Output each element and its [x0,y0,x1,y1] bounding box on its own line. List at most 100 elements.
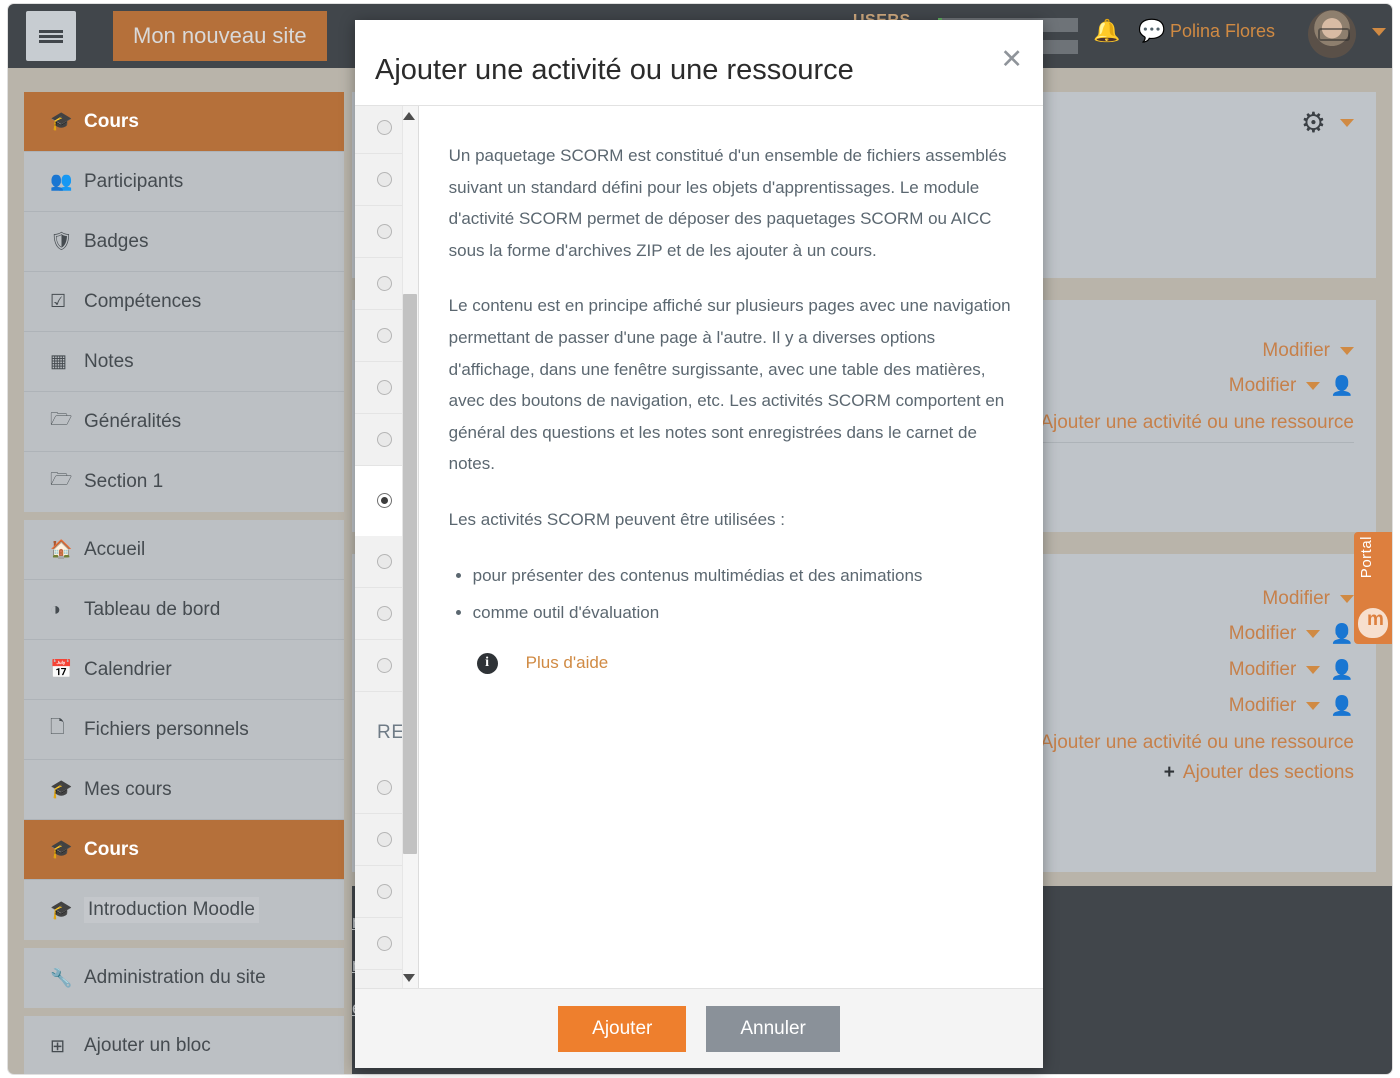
avatar[interactable] [1308,10,1356,58]
chevron-down-icon[interactable] [1340,118,1354,127]
chevron-down-icon[interactable] [1340,347,1354,355]
modifier-link[interactable]: Modifier [1262,588,1330,610]
chevron-down-icon[interactable] [1306,382,1321,390]
list-item-consultation[interactable]: Consultation [355,106,402,154]
list-item-etiquette[interactable]: Étiquette [355,814,402,866]
scrollbar-thumb[interactable] [402,294,417,854]
portal-side-tab[interactable]: Portal [1354,532,1392,644]
sidebar-item-tableau-de-bord[interactable]: ◑ Tableau de bord [24,580,344,640]
sidebar-item-ajouter-un-bloc[interactable]: ⊞ Ajouter un bloc [24,1016,344,1074]
cancel-button[interactable]: Annuler [706,1005,840,1052]
person-icon: 👤 [1330,376,1354,397]
sidebar-group-nav: 🏠 Accueil ◑ Tableau de bord 📅 Calendrier… [24,520,344,940]
list-item-devoir[interactable]: Devoir [355,154,402,206]
bell-icon[interactable]: 🔔 [1093,18,1120,44]
list-item-dossier[interactable]: Dossier [355,762,402,814]
sidebar-item-label: Compétences [84,290,202,312]
list-item-forum[interactable]: Forum [355,258,402,310]
list-item-sondage[interactable]: ? Sondage [355,536,402,588]
list-item-glossaire[interactable]: Aa Glossaire [355,310,402,362]
modal-body: Chat Consultation [355,106,1043,988]
sidebar-item-label: Tableau de bord [84,598,221,620]
list-item-feedback[interactable]: Feedback [355,206,402,258]
radio-fichier[interactable] [377,884,392,899]
modifier-link[interactable]: Modifier [1229,623,1297,645]
radio-livre[interactable] [377,936,392,951]
screen: Mon nouveau site USERS 🔔 💬 Polina Flores… [0,0,1400,1078]
radio-sondage[interactable] [377,554,392,569]
list-item-paquetage-scorm[interactable]: Paquetage SCORM [355,466,402,536]
activity-list-viewport: Chat Consultation [355,106,402,988]
help-row: i Plus d'aide [449,652,1013,674]
sidebar-item-generalites[interactable]: 🗁 Généralités [24,392,344,452]
folder-icon: 🗁 [50,408,73,429]
sidebar-item-notes[interactable]: ▦ Notes [24,332,344,392]
hamburger-icon[interactable] [26,11,76,61]
chevron-down-icon[interactable] [1306,702,1321,710]
submit-button[interactable]: Ajouter [558,1005,687,1052]
site-brand[interactable]: Mon nouveau site [113,11,327,61]
list-item-lecon[interactable]: Leçon [355,362,402,414]
home-icon: 🏠 [50,539,73,559]
person-icon: 👤 [1330,624,1354,645]
sidebar-item-competences[interactable]: ☑ Compétences [24,272,344,332]
sidebar-item-label: Section 1 [84,471,164,492]
modifier-link[interactable]: Modifier [1262,340,1330,362]
modifier-link[interactable]: Modifier [1229,695,1297,717]
radio-dossier[interactable] [377,780,392,795]
plus-icon: + [1163,762,1175,783]
sidebar-item-mes-cours[interactable]: 🎓 Mes cours [24,760,344,820]
sidebar-item-participants[interactable]: 👥 Participants [24,152,344,212]
sidebar-item-introduction-moodle[interactable]: 🎓 Introduction Moodle [24,880,344,940]
sidebar-item-badges[interactable]: 🛡 Badges [24,212,344,272]
folder-icon: 🗁 [50,469,73,489]
modifier-link[interactable]: Modifier [1229,659,1297,681]
radio-lecon[interactable] [377,380,392,395]
sidebar-item-label: Accueil [84,538,146,560]
sidebar-group-add-block: ⊞ Ajouter un bloc [24,1016,344,1074]
list-item-test[interactable]: Test [355,588,402,640]
radio-consultation[interactable] [377,120,392,135]
sidebar-item-label: Ajouter un bloc [84,1035,211,1056]
scroll-down-arrow[interactable] [402,974,415,982]
chevron-down-icon[interactable] [1372,28,1386,36]
radio-glossaire[interactable] [377,328,392,343]
list-item-wiki[interactable]: Wiki [355,640,402,692]
description-bullet-list: pour présenter des contenus multimédias … [473,560,1013,629]
gear-icon[interactable]: ⚙ [1301,106,1326,139]
sidebar-item-calendrier[interactable]: 📅 Calendrier [24,640,344,700]
sidebar-item-label: Administration du site [84,967,266,988]
chevron-down-icon[interactable] [1306,630,1321,638]
radio-forum[interactable] [377,276,392,291]
graduation-cap-icon: 🎓 [50,839,73,859]
list-item-outil-externe[interactable]: Outil externe [355,414,402,466]
scroll-up-arrow[interactable] [402,112,415,120]
description-paragraph-3: Les activités SCORM peuvent être utilisé… [448,510,785,530]
sidebar-item-administration-du-site[interactable]: 🔧 Administration du site [24,948,344,1008]
radio-devoir[interactable] [377,172,392,187]
sidebar-item-section-1[interactable]: 🗁 Section 1 [24,452,344,512]
description-paragraph-1: Un paquetage SCORM est constitué d'un en… [448,146,1007,260]
radio-test[interactable] [377,606,392,621]
sidebar-item-label: Cours [84,838,139,860]
list-item-fichier[interactable]: Fichier [355,866,402,918]
close-icon[interactable]: ✕ [1000,46,1023,73]
radio-feedback[interactable] [377,224,392,239]
user-name[interactable]: Polina Flores [1170,21,1275,42]
radio-paquetage-scorm[interactable] [377,493,392,508]
graduation-cap-icon: 🎓 [50,779,73,799]
list-scrollbar[interactable] [401,106,418,988]
sidebar-item-cours-active[interactable]: 🎓 Cours [24,820,344,880]
sidebar-item-fichiers-personnels[interactable]: 🗋 Fichiers personnels [24,700,344,760]
sidebar-item-cours[interactable]: 🎓 Cours [24,92,344,152]
radio-etiquette[interactable] [377,832,392,847]
modifier-link[interactable]: Modifier [1229,375,1297,397]
more-help-link[interactable]: Plus d'aide [526,653,609,673]
sidebar-item-accueil[interactable]: 🏠 Accueil [24,520,344,580]
chat-bubble-icon[interactable]: 💬 [1138,18,1165,44]
radio-wiki[interactable] [377,658,392,673]
chevron-down-icon[interactable] [1340,595,1354,603]
list-item-livre[interactable]: Livre [355,918,402,970]
chevron-down-icon[interactable] [1306,666,1321,674]
radio-outil-externe[interactable] [377,432,392,447]
